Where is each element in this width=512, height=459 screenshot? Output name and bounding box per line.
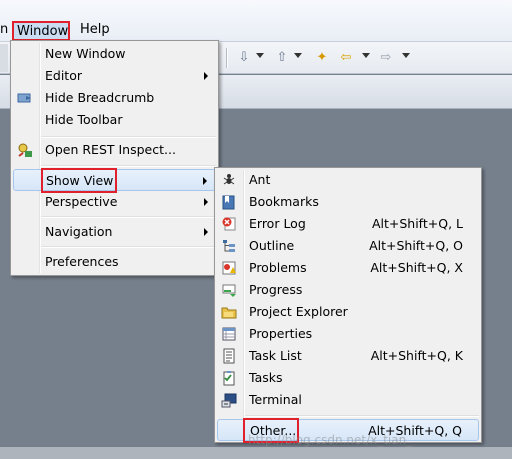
menu-separator (41, 136, 216, 138)
highlight-box (41, 168, 117, 193)
view-item-tasks[interactable]: Tasks (217, 367, 479, 389)
menu-item-label: Navigation (45, 224, 113, 239)
view-item-label: Outline (249, 238, 295, 253)
submenu-arrow-icon (203, 177, 207, 185)
menu-item-label: Perspective (45, 194, 118, 209)
submenu-arrow-icon (204, 72, 208, 80)
ant-icon (221, 172, 237, 188)
menu-item-label: Preferences (45, 254, 119, 269)
view-item-problems[interactable]: Problems Alt+Shift+Q, X (217, 257, 479, 279)
menu-separator (41, 216, 216, 218)
toolbar-prev-annotation-icon[interactable]: ⇧ (274, 50, 290, 66)
bookmarks-icon (221, 194, 237, 210)
menu-item-perspective[interactable]: Perspective (13, 191, 216, 213)
back-arrow-icon[interactable]: ⇦ (338, 50, 354, 66)
menu-item-preferences[interactable]: Preferences (13, 251, 216, 273)
progress-icon (221, 282, 237, 298)
view-item-terminal[interactable]: Terminal (217, 389, 479, 411)
chevron-down-icon[interactable] (256, 53, 264, 58)
tasks-icon (221, 370, 237, 386)
project-explorer-icon (221, 304, 237, 320)
view-item-label: Ant (249, 172, 271, 187)
problems-icon (221, 260, 237, 276)
menu-item-hide-toolbar[interactable]: Hide Toolbar (13, 109, 216, 131)
chevron-down-icon[interactable] (362, 53, 370, 58)
view-item-label: Tasks (249, 370, 283, 385)
status-strip (0, 447, 512, 459)
properties-icon (221, 326, 237, 342)
view-item-label: Terminal (249, 392, 302, 407)
menu-separator (41, 246, 216, 248)
menu-item-open-rest-inspect[interactable]: Open REST Inspect... (13, 139, 216, 161)
menu-separator (245, 415, 479, 417)
view-item-label: Task List (249, 348, 302, 363)
chevron-down-icon[interactable] (402, 53, 410, 58)
window-menu: New Window Editor Hide Breadcrumb Hide T… (10, 40, 219, 276)
menubar-item-window[interactable]: Window (12, 21, 70, 41)
last-edit-location-icon[interactable]: ✦ (314, 50, 330, 66)
menu-item-new-window[interactable]: New Window (13, 43, 216, 65)
menu-item-editor[interactable]: Editor (13, 65, 216, 87)
error-log-icon (221, 216, 237, 232)
view-item-outline[interactable]: Outline Alt+Shift+Q, O (217, 235, 479, 257)
menu-separator (41, 165, 216, 167)
view-item-label: Error Log (249, 216, 306, 231)
view-item-label: Progress (249, 282, 303, 297)
menu-item-label: Editor (45, 68, 82, 83)
view-item-progress[interactable]: Progress (217, 279, 479, 301)
shortcut-text: Alt+Shift+Q, O (369, 238, 463, 253)
view-item-properties[interactable]: Properties (217, 323, 479, 345)
show-view-submenu: Ant Bookmarks Error Log Alt+Shift+Q, L O… (214, 167, 482, 443)
view-item-label: Bookmarks (249, 194, 319, 209)
shortcut-text: Alt+Shift+Q, K (370, 348, 463, 363)
breadcrumb-icon (17, 90, 33, 106)
submenu-arrow-icon (204, 228, 208, 236)
terminal-icon (221, 392, 237, 408)
shortcut-text: Alt+Shift+Q, L (371, 216, 463, 231)
toolbar-next-annotation-icon[interactable]: ⇩ (236, 50, 252, 66)
view-item-label: Properties (249, 326, 313, 341)
chevron-down-icon[interactable] (294, 53, 302, 58)
view-item-ant[interactable]: Ant (217, 169, 479, 191)
outline-icon (221, 238, 237, 254)
menu-item-label: Hide Toolbar (45, 112, 123, 127)
submenu-arrow-icon (204, 198, 208, 206)
menu-item-label: Open REST Inspect... (45, 142, 176, 157)
toolbar-edge (0, 44, 8, 72)
watermark-text: http://blog.csdn.net/x_tian_ (248, 433, 413, 447)
menu-bar: n Window Help (0, 0, 512, 42)
rest-inspect-icon (17, 142, 33, 158)
view-item-task-list[interactable]: Task List Alt+Shift+Q, K (217, 345, 479, 367)
task-list-icon (221, 348, 237, 364)
toolbar-separator (226, 48, 228, 68)
view-item-label: Problems (249, 260, 307, 275)
forward-arrow-icon[interactable]: ⇨ (378, 50, 394, 66)
view-item-project-explorer[interactable]: Project Explorer (217, 301, 479, 323)
menubar-item-run[interactable]: n (0, 21, 8, 41)
view-item-error-log[interactable]: Error Log Alt+Shift+Q, L (217, 213, 479, 235)
menu-item-label: New Window (45, 46, 126, 61)
view-item-bookmarks[interactable]: Bookmarks (217, 191, 479, 213)
shortcut-text: Alt+Shift+Q, X (370, 260, 463, 275)
menu-item-hide-breadcrumb[interactable]: Hide Breadcrumb (13, 87, 216, 109)
view-item-label: Project Explorer (249, 304, 348, 319)
menubar-item-help[interactable]: Help (76, 21, 114, 41)
menu-item-navigation[interactable]: Navigation (13, 221, 216, 243)
menu-item-label: Hide Breadcrumb (45, 90, 155, 105)
